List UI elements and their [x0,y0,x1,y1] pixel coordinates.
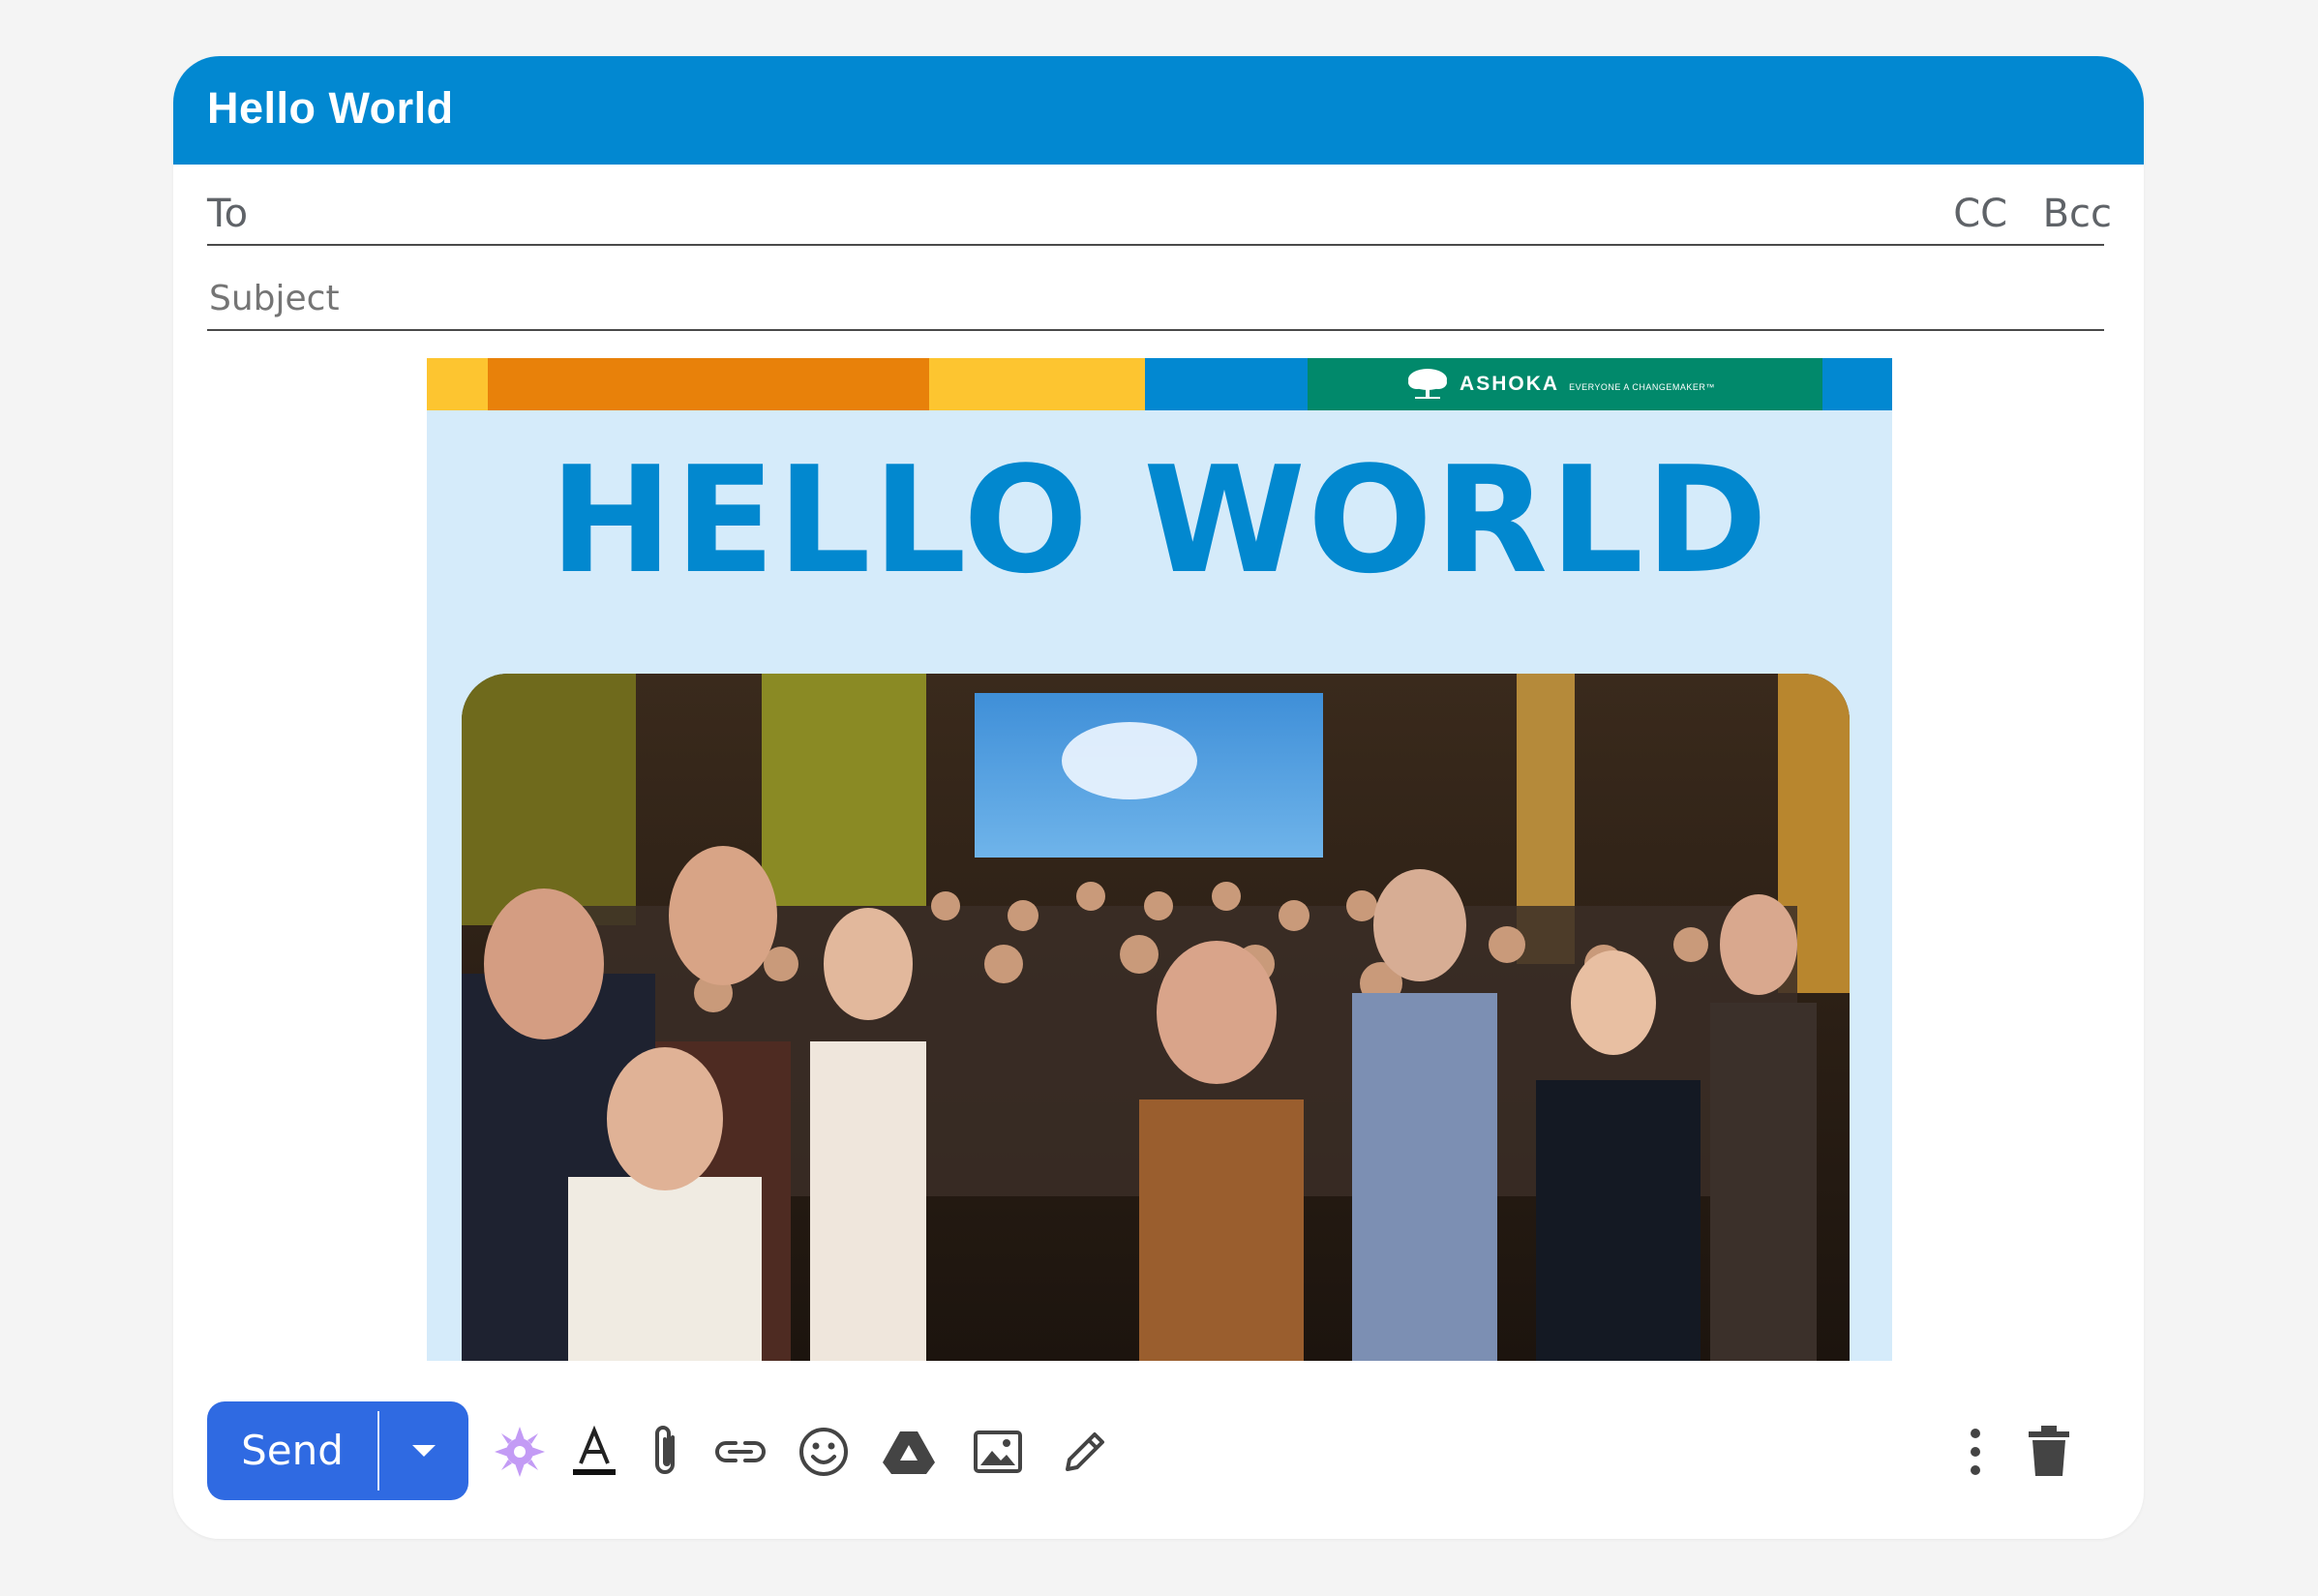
ashoka-logo: ASHOKA EVERYONE A CHANGEMAKER™ [1303,358,1818,410]
cc-bcc-links: CC Bcc [1922,192,2112,236]
brand-name: ASHOKA [1460,373,1560,395]
newsletter-headline: HELLO WORLD [549,435,1770,606]
attach-file-icon[interactable] [636,1423,694,1481]
compose-title-bar[interactable]: Hello World [173,56,2144,165]
brand-tagline: EVERYONE A CHANGEMAKER™ [1569,382,1715,392]
subject-field-row [207,248,2104,331]
group-photo [462,674,1850,1361]
to-field-row: To CC Bcc [207,163,2112,246]
to-label: To [207,192,249,236]
newsletter-body[interactable]: ASHOKA EVERYONE A CHANGEMAKER™ HELLO WOR… [427,358,1892,1361]
compose-window: Hello World To CC Bcc ASHOKA EVERYON [173,56,2144,1539]
ai-sparkle-icon[interactable] [491,1423,549,1481]
color-stripe-yellow [427,358,488,410]
subject-input[interactable] [207,273,2104,323]
bcc-link[interactable]: Bcc [2043,192,2112,236]
send-label: Send [241,1427,344,1474]
insert-photo-icon[interactable] [969,1423,1027,1481]
discard-trash-icon[interactable] [2020,1423,2078,1481]
drive-icon[interactable] [880,1423,938,1481]
cc-link[interactable]: CC [1953,192,2007,236]
emoji-icon[interactable] [795,1423,853,1481]
more-options-icon[interactable] [1946,1423,2004,1481]
compose-title: Hello World [207,83,454,133]
color-stripe-yellow-2 [929,358,1145,410]
text-format-icon[interactable] [565,1423,623,1481]
tree-logo-icon [1408,369,1448,399]
send-button[interactable]: Send [207,1401,468,1500]
color-stripe-blue [1145,358,1308,410]
insert-link-icon[interactable] [711,1423,769,1481]
color-stripe-blue-2 [1822,358,1892,410]
compose-toolbar: Send [173,1401,2144,1508]
signature-pen-icon[interactable] [1056,1423,1114,1481]
color-stripe-orange [488,358,929,410]
to-input[interactable] [343,188,1872,238]
more-send-options-icon[interactable] [379,1401,468,1500]
